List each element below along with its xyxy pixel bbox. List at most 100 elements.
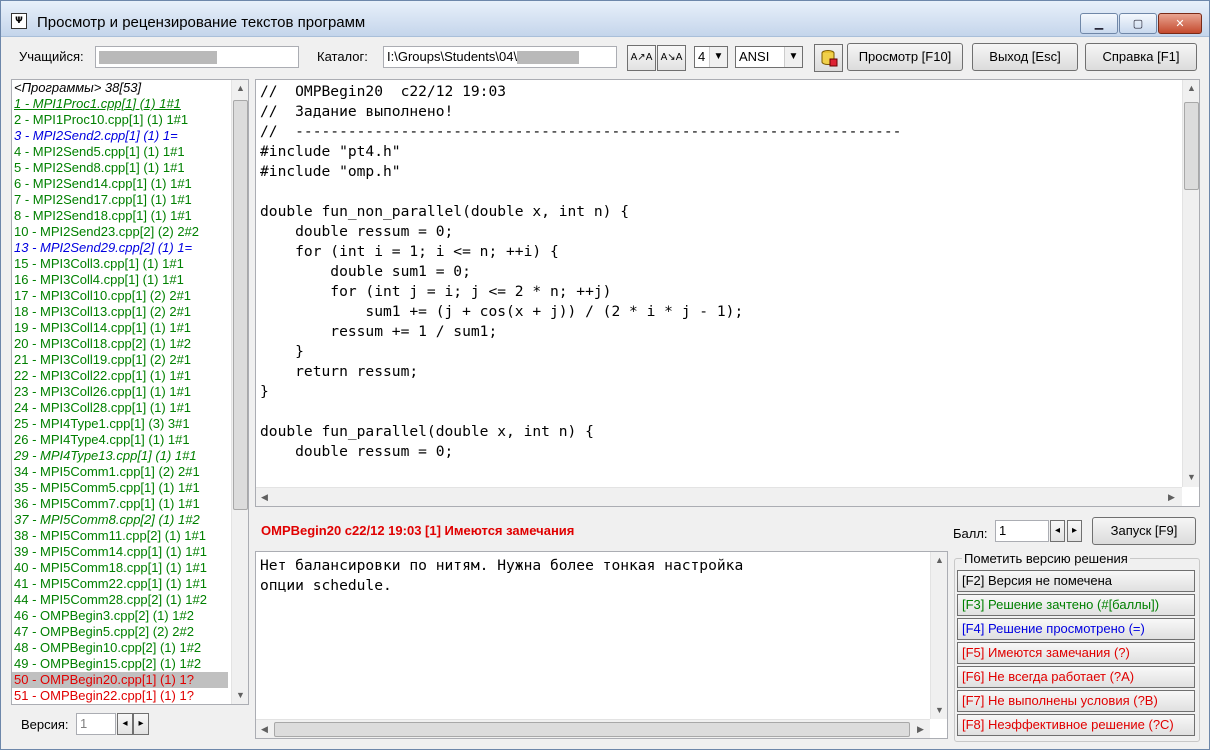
list-item[interactable]: 29 - MPI4Type13.cpp[1] (1) 1#1 bbox=[14, 448, 197, 464]
student-field[interactable] bbox=[95, 46, 299, 68]
catalog-field[interactable]: I:\Groups\Students\04\ bbox=[383, 46, 617, 68]
list-item[interactable]: 18 - MPI3Coll13.cpp[1] (2) 2#1 bbox=[14, 304, 191, 320]
list-item[interactable]: 5 - MPI2Send8.cpp[1] (1) 1#1 bbox=[14, 160, 185, 176]
scroll-right-icon[interactable]: ▶ bbox=[912, 721, 929, 738]
mark-button-f3[interactable]: [F3] Решение зачтено (#[баллы]) bbox=[957, 594, 1195, 616]
notes-vscroll[interactable]: ▲ ▼ bbox=[930, 552, 947, 719]
mark-button-f5[interactable]: [F5] Имеются замечания (?) bbox=[957, 642, 1195, 664]
list-item[interactable]: 21 - MPI3Coll19.cpp[1] (2) 2#1 bbox=[14, 352, 191, 368]
review-notes[interactable]: ▲ ▼ ◀ ▶ Нет балансировки по нитям. Нужна… bbox=[255, 551, 948, 739]
editor-hscroll[interactable]: ◀ ▶ bbox=[256, 487, 1182, 506]
version-prev-button[interactable]: ◂ bbox=[117, 713, 133, 735]
list-item[interactable]: 38 - MPI5Comm11.cpp[2] (1) 1#1 bbox=[14, 528, 206, 544]
score-input[interactable]: 1 bbox=[995, 520, 1049, 542]
list-item[interactable]: 8 - MPI2Send18.cpp[1] (1) 1#1 bbox=[14, 208, 192, 224]
database-button[interactable] bbox=[814, 44, 843, 72]
exit-button[interactable]: Выход [Esc] bbox=[972, 43, 1078, 71]
list-item[interactable]: 37 - MPI5Comm8.cpp[2] (1) 1#2 bbox=[14, 512, 200, 528]
list-item[interactable]: 19 - MPI3Coll14.cpp[1] (1) 1#1 bbox=[14, 320, 191, 336]
code-line: double ressum = 0; bbox=[260, 223, 454, 240]
list-item[interactable]: 44 - MPI5Comm28.cpp[2] (1) 1#2 bbox=[14, 592, 207, 608]
run-button[interactable]: Запуск [F9] bbox=[1092, 517, 1196, 545]
code-line: double ressum = 0; bbox=[260, 443, 454, 460]
scroll-down-icon[interactable]: ▼ bbox=[931, 702, 947, 719]
program-list-header[interactable]: <Программы> 38[53] bbox=[14, 80, 141, 96]
list-item[interactable]: 3 - MPI2Send2.cpp[1] (1) 1= bbox=[14, 128, 178, 144]
maximize-button[interactable]: ▢ bbox=[1119, 13, 1157, 34]
code-line: for (int j = i; j <= 2 * n; ++j) bbox=[260, 283, 612, 300]
scroll-left-icon[interactable]: ◀ bbox=[256, 721, 273, 738]
encoding-select[interactable]: ANSI ▼ bbox=[735, 46, 803, 68]
scroll-down-icon[interactable]: ▼ bbox=[1183, 469, 1199, 486]
code-line: return ressum; bbox=[260, 363, 419, 380]
code-line: #include "omp.h" bbox=[260, 163, 401, 180]
program-list[interactable]: ▲ ▼ <Программы> 38[53] 1 - MPI1Proc1.cpp[… bbox=[11, 79, 249, 705]
list-item[interactable]: 39 - MPI5Comm14.cpp[1] (1) 1#1 bbox=[14, 544, 207, 560]
list-item[interactable]: 41 - MPI5Comm22.cpp[1] (1) 1#1 bbox=[14, 576, 207, 592]
scroll-thumb[interactable] bbox=[1184, 102, 1199, 190]
scroll-up-icon[interactable]: ▲ bbox=[931, 552, 947, 569]
list-item[interactable]: 17 - MPI3Coll10.cpp[1] (2) 2#1 bbox=[14, 288, 191, 304]
scroll-thumb[interactable] bbox=[233, 100, 248, 510]
font-decrease-button[interactable]: A↘A bbox=[657, 45, 686, 71]
code-line: double fun_non_parallel(double x, int n)… bbox=[260, 203, 630, 220]
code-line: } bbox=[260, 383, 269, 400]
window-title: Просмотр и рецензирование текстов програ… bbox=[37, 14, 366, 31]
list-item[interactable]: 47 - OMPBegin5.cpp[2] (2) 2#2 bbox=[14, 624, 194, 640]
list-item[interactable]: 49 - OMPBegin15.cpp[2] (1) 1#2 bbox=[14, 656, 201, 672]
note-line: опции schedule. bbox=[260, 577, 392, 594]
mark-button-f7[interactable]: [F7] Не выполнены условия (?B) bbox=[957, 690, 1195, 712]
editor-vscroll[interactable]: ▲ ▼ bbox=[1182, 80, 1199, 487]
list-item[interactable]: 13 - MPI2Send29.cpp[2] (1) 1= bbox=[14, 240, 192, 256]
list-item[interactable]: 23 - MPI3Coll26.cpp[1] (1) 1#1 bbox=[14, 384, 191, 400]
list-item[interactable]: 6 - MPI2Send14.cpp[1] (1) 1#1 bbox=[14, 176, 192, 192]
version-next-button[interactable]: ▸ bbox=[133, 713, 149, 735]
list-item[interactable]: 46 - OMPBegin3.cpp[2] (1) 1#2 bbox=[14, 608, 194, 624]
help-button[interactable]: Справка [F1] bbox=[1085, 43, 1197, 71]
database-icon bbox=[821, 50, 837, 67]
scroll-up-icon[interactable]: ▲ bbox=[232, 80, 248, 97]
program-list-scrollbar[interactable]: ▲ ▼ bbox=[231, 80, 248, 704]
list-item[interactable]: 35 - MPI5Comm5.cpp[1] (1) 1#1 bbox=[14, 480, 200, 496]
list-item[interactable]: 10 - MPI2Send23.cpp[2] (2) 2#2 bbox=[14, 224, 199, 240]
font-increase-button[interactable]: A↗A bbox=[627, 45, 656, 71]
list-item[interactable]: 48 - OMPBegin10.cpp[2] (1) 1#2 bbox=[14, 640, 201, 656]
scroll-right-icon[interactable]: ▶ bbox=[1163, 489, 1180, 506]
list-item[interactable]: 7 - MPI2Send17.cpp[1] (1) 1#1 bbox=[14, 192, 192, 208]
list-item[interactable]: 50 - OMPBegin20.cpp[1] (1) 1? bbox=[12, 672, 228, 688]
minimize-button[interactable]: ▁ bbox=[1080, 13, 1118, 34]
scroll-down-icon[interactable]: ▼ bbox=[232, 687, 248, 704]
list-item[interactable]: 22 - MPI3Coll22.cpp[1] (1) 1#1 bbox=[14, 368, 191, 384]
code-editor[interactable]: ▲ ▼ ◀ ▶ // OMPBegin20 c22/12 19:03 // Зад… bbox=[255, 79, 1200, 507]
scroll-thumb[interactable] bbox=[274, 722, 910, 737]
tab-size-value: 4 bbox=[698, 49, 706, 64]
list-item[interactable]: 25 - MPI4Type1.cpp[1] (3) 3#1 bbox=[14, 416, 190, 432]
list-item[interactable]: 20 - MPI3Coll18.cpp[2] (1) 1#2 bbox=[14, 336, 191, 352]
close-button[interactable]: ✕ bbox=[1158, 13, 1202, 34]
list-item[interactable]: 36 - MPI5Comm7.cpp[1] (1) 1#1 bbox=[14, 496, 200, 512]
scroll-left-icon[interactable]: ◀ bbox=[256, 489, 273, 506]
view-button[interactable]: Просмотр [F10] bbox=[847, 43, 963, 71]
list-item[interactable]: 1 - MPI1Proc1.cpp[1] (1) 1#1 bbox=[14, 96, 181, 112]
list-item[interactable]: 2 - MPI1Proc10.cpp[1] (1) 1#1 bbox=[14, 112, 188, 128]
mark-button-f4[interactable]: [F4] Решение просмотрено (=) bbox=[957, 618, 1195, 640]
list-item[interactable]: 4 - MPI2Send5.cpp[1] (1) 1#1 bbox=[14, 144, 185, 160]
list-item[interactable]: 16 - MPI3Coll4.cpp[1] (1) 1#1 bbox=[14, 272, 184, 288]
main-window: Ψ Просмотр и рецензирование текстов прог… bbox=[0, 0, 1210, 750]
score-increase-button[interactable]: ▸ bbox=[1067, 520, 1082, 542]
mark-button-f2[interactable]: [F2] Версия не помечена bbox=[957, 570, 1195, 592]
list-item[interactable]: 15 - MPI3Coll3.cpp[1] (1) 1#1 bbox=[14, 256, 184, 272]
review-status: OMPBegin20 c22/12 19:03 [1] Имеются заме… bbox=[261, 523, 575, 538]
list-item[interactable]: 24 - MPI3Coll28.cpp[1] (1) 1#1 bbox=[14, 400, 191, 416]
list-item[interactable]: 51 - OMPBegin22.cpp[1] (1) 1? bbox=[14, 688, 194, 704]
version-input[interactable]: 1 bbox=[76, 713, 116, 735]
score-decrease-button[interactable]: ◂ bbox=[1050, 520, 1065, 542]
list-item[interactable]: 34 - MPI5Comm1.cpp[1] (2) 2#1 bbox=[14, 464, 200, 480]
list-item[interactable]: 40 - MPI5Comm18.cpp[1] (1) 1#1 bbox=[14, 560, 207, 576]
mark-button-f6[interactable]: [F6] Не всегда работает (?A) bbox=[957, 666, 1195, 688]
list-item[interactable]: 26 - MPI4Type4.cpp[1] (1) 1#1 bbox=[14, 432, 190, 448]
tab-size-select[interactable]: 4 ▼ bbox=[694, 46, 728, 68]
notes-hscroll[interactable]: ◀ ▶ bbox=[256, 719, 930, 738]
mark-button-f8[interactable]: [F8] Неэффективное решение (?C) bbox=[957, 714, 1195, 736]
scroll-up-icon[interactable]: ▲ bbox=[1183, 80, 1199, 97]
